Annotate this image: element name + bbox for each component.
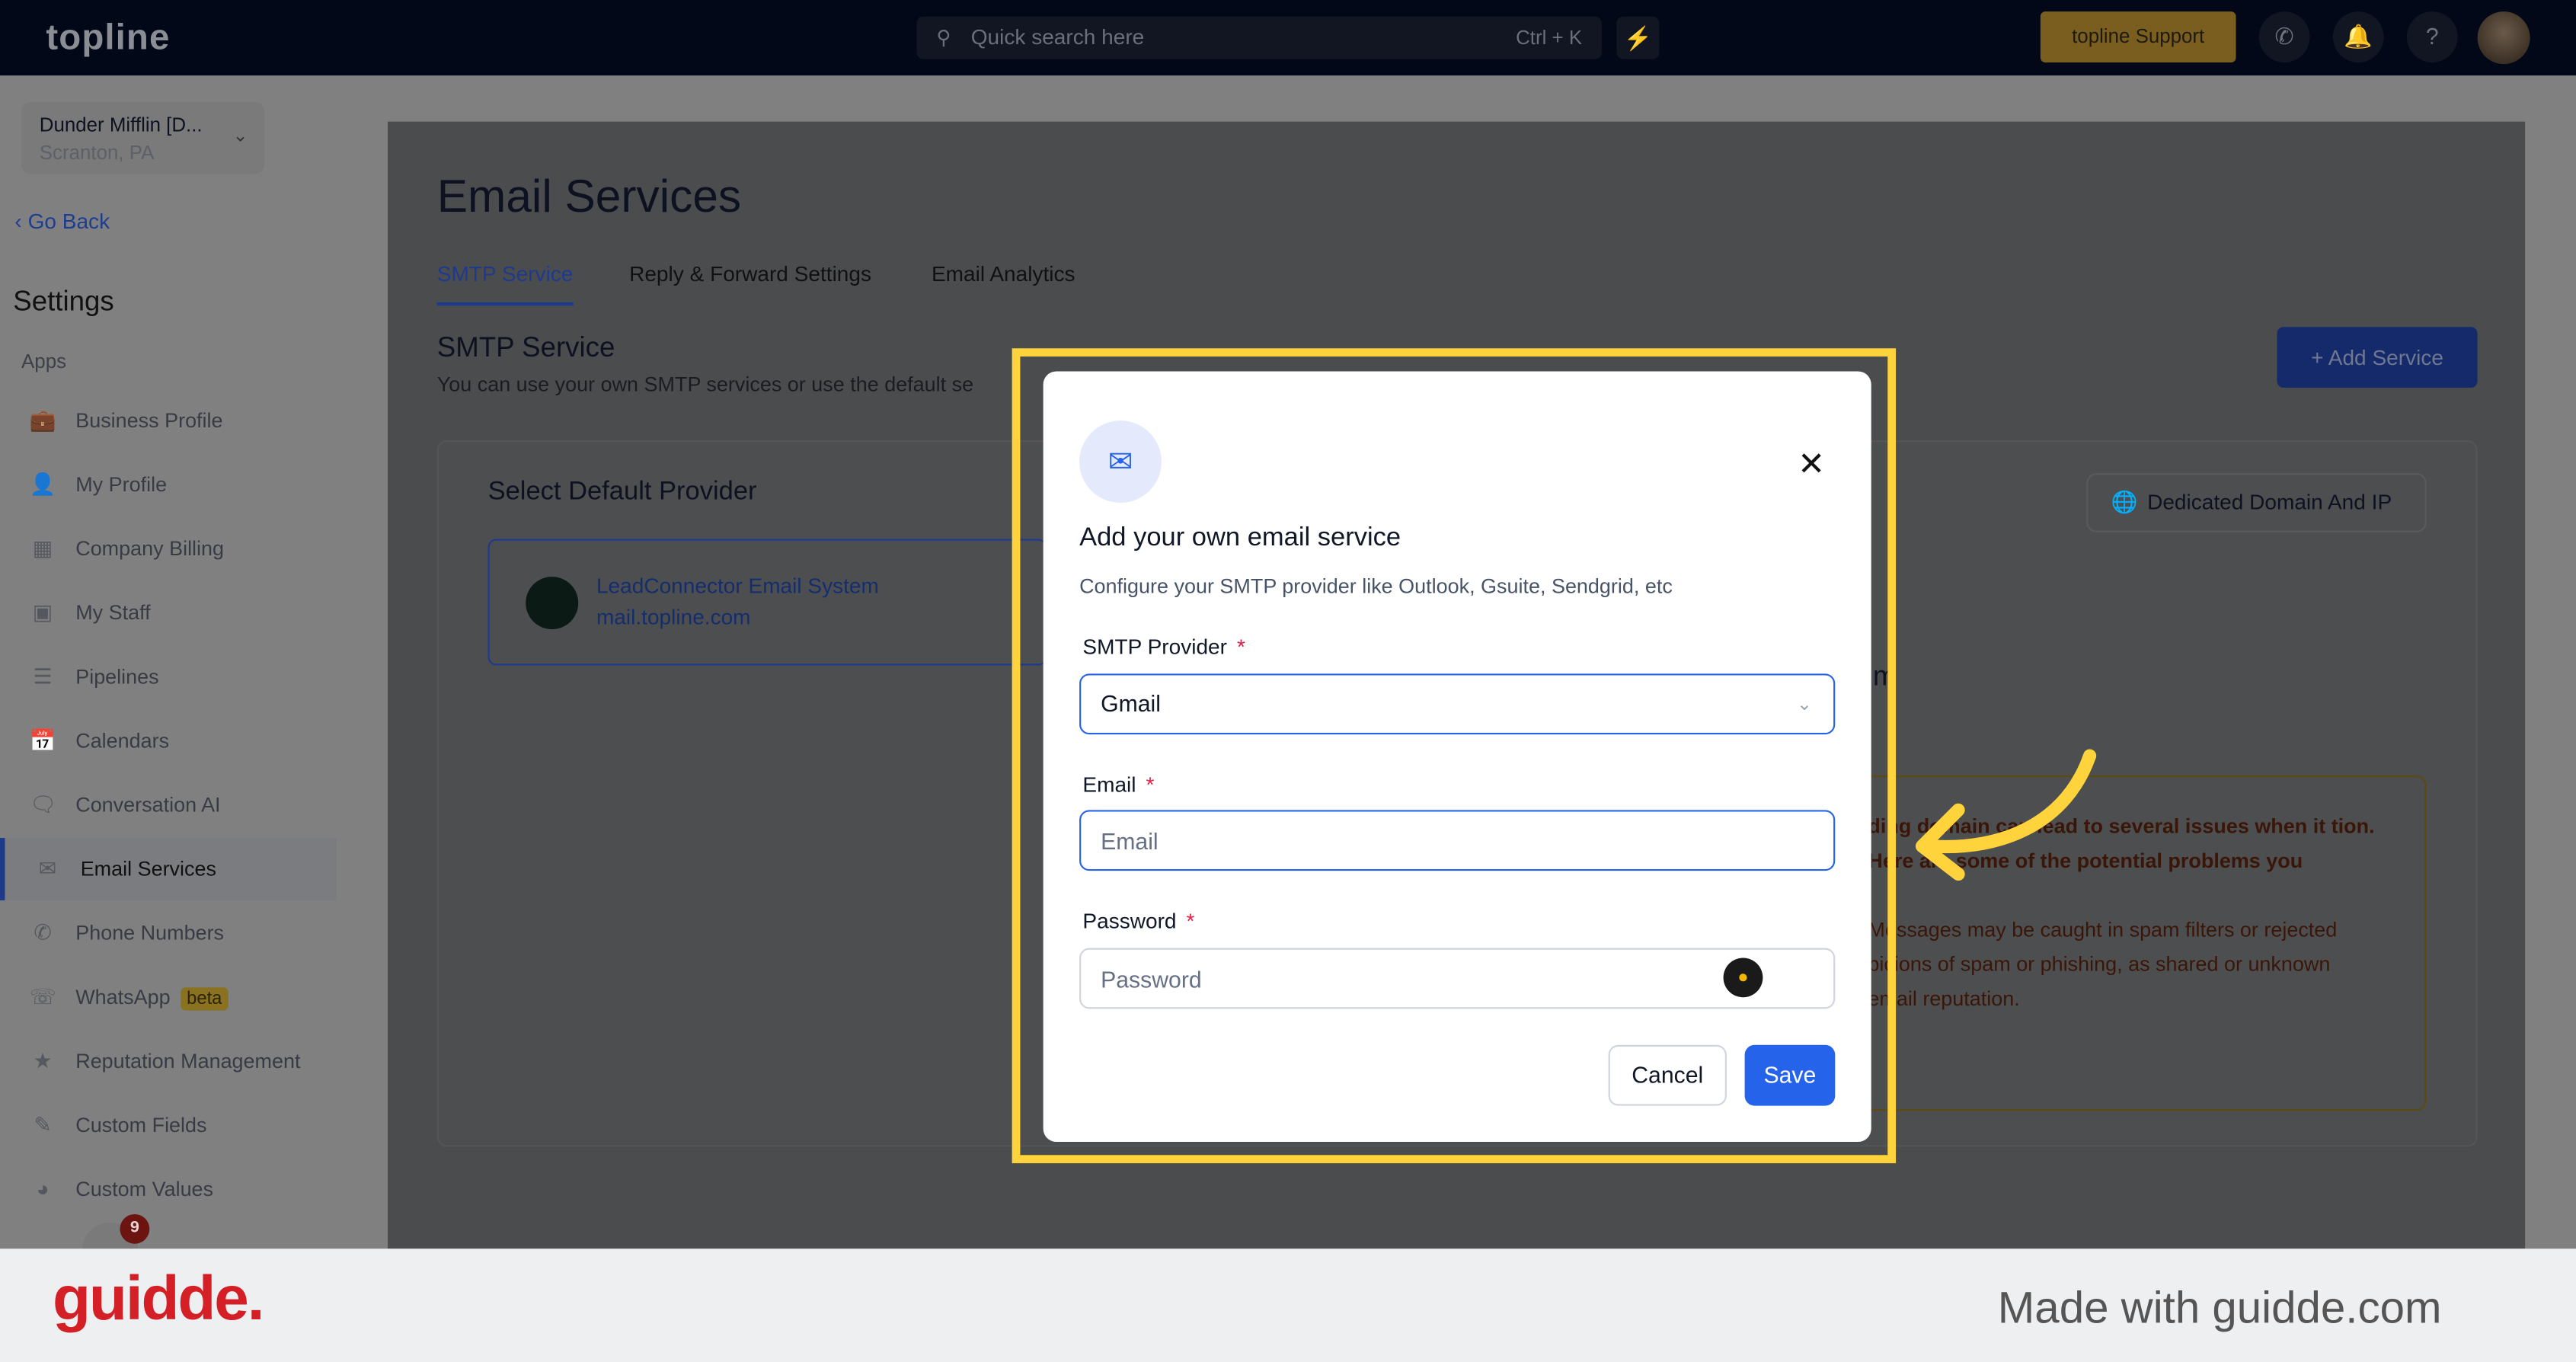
globe-icon: 🌐 — [2111, 489, 2138, 515]
add-service-label: Add Service — [2328, 344, 2443, 370]
quick-search[interactable]: ⚲ Quick search here Ctrl + K — [916, 16, 1602, 59]
account-location: Scranton, PA — [39, 141, 155, 165]
mail-icon: ✉ — [38, 855, 57, 881]
go-back-link[interactable]: ‹ Go Back — [14, 209, 110, 233]
add-service-button[interactable]: + Add Service — [2277, 327, 2478, 388]
edit-icon: ✎ — [34, 1112, 52, 1137]
provider-logo — [526, 577, 579, 630]
section-title: SMTP Service — [436, 331, 615, 363]
account-name: Dunder Mifflin [D... — [39, 113, 203, 137]
password-field[interactable] — [1079, 948, 1836, 1009]
calendar-icon: 📅 — [29, 727, 56, 753]
sidebar-item-business-profile[interactable]: 💼 Business Profile — [0, 389, 337, 452]
sidebar-item-label: Phone Numbers — [75, 922, 225, 945]
beta-badge: beta — [180, 987, 229, 1011]
account-switcher[interactable]: Dunder Mifflin [D... Scranton, PA ⌄ — [21, 101, 265, 174]
sidebar-item-company-billing[interactable]: ▦ Company Billing — [0, 517, 337, 580]
whatsapp-icon: ☏ — [29, 983, 56, 1009]
arrow-annotation — [1915, 749, 2097, 881]
sidebar-item-email-services[interactable]: ✉ Email Services — [0, 838, 337, 900]
dedicated-domain-button[interactable]: 🌐 Dedicated Domain And IP — [2086, 473, 2427, 532]
sidebar-item-my-profile[interactable]: 👤 My Profile — [0, 453, 337, 516]
section-description: You can use your own SMTP services or us… — [436, 372, 974, 396]
guidde-logo: guidde. — [53, 1264, 264, 1335]
tab-reply-forward[interactable]: Reply & Forward Settings — [629, 261, 871, 286]
search-icon: ⚲ — [936, 26, 951, 50]
save-button[interactable]: Save — [1744, 1044, 1836, 1106]
email-field[interactable] — [1079, 810, 1836, 871]
tab-smtp-service[interactable]: SMTP Service — [436, 261, 574, 306]
page-title: Email Services — [436, 171, 742, 222]
sidebar-item-my-staff[interactable]: ▣ My Staff — [0, 582, 337, 644]
staff-icon: ▣ — [32, 599, 53, 625]
sidebar-item-label: Conversation AI — [75, 793, 221, 817]
sidebar-item-label: Calendars — [75, 729, 170, 753]
sidebar-item-label: WhatsApp — [75, 986, 171, 1009]
sidebar-item-label: Custom Fields — [75, 1114, 207, 1137]
apps-section-label: Apps — [21, 350, 67, 373]
smtp-provider-label: SMTP Provider * — [1082, 634, 1245, 659]
search-shortcut: Ctrl + K — [1516, 26, 1583, 50]
star-icon: ★ — [33, 1048, 53, 1073]
help-icon[interactable]: ? — [2406, 11, 2458, 62]
pipeline-icon: ☰ — [33, 663, 53, 689]
sidebar-item-label: Custom Values — [75, 1178, 214, 1201]
select-provider-heading: Select Default Provider — [487, 478, 757, 507]
sidebar-item-label: My Profile — [75, 473, 168, 497]
logo[interactable]: topline — [46, 17, 170, 59]
phone-icon: ✆ — [34, 919, 52, 945]
email-label: Email * — [1082, 772, 1155, 798]
chevron-down-icon: ⌄ — [232, 126, 248, 146]
chat-icon: 🗨 — [29, 791, 57, 817]
sidebar-item-reputation-management[interactable]: ★ Reputation Management — [0, 1030, 337, 1092]
sidebar-item-label: Pipelines — [75, 665, 159, 689]
briefcase-icon: 💼 — [29, 407, 56, 433]
sidebar-item-label: Email Services — [80, 857, 217, 881]
pie-icon: ◕ — [36, 1176, 50, 1201]
provider-domain: mail.topline.com — [596, 604, 751, 630]
mail-icon: ✉ — [1079, 420, 1162, 504]
sidebar-item-custom-fields[interactable]: ✎ Custom Fields — [0, 1094, 337, 1156]
close-icon[interactable]: ✕ — [1798, 443, 1825, 484]
provider-name: LeadConnector Email System — [596, 573, 879, 599]
lightning-icon[interactable]: ⚡ — [1616, 16, 1660, 59]
sidebar-item-pipelines[interactable]: ☰ Pipelines — [0, 646, 337, 708]
support-button[interactable]: topline Support — [2040, 11, 2236, 62]
modal-title: Add your own email service — [1079, 524, 1401, 552]
cancel-button[interactable]: Cancel — [1608, 1044, 1727, 1106]
sidebar-item-phone-numbers[interactable]: ✆ Phone Numbers — [0, 902, 337, 964]
go-back-label: Go Back — [27, 208, 110, 234]
password-label: Password * — [1082, 908, 1195, 934]
tab-email-analytics[interactable]: Email Analytics — [932, 261, 1075, 286]
sidebar-item-custom-values[interactable]: ◕ Custom Values — [0, 1159, 337, 1221]
add-email-service-modal: ✉ ✕ Add your own email service Configure… — [1043, 371, 1871, 1143]
sidebar-item-label: Company Billing — [75, 537, 225, 561]
sidebar-item-label: My Staff — [75, 601, 151, 625]
warning-text: Messages may be caught in spam filters o… — [1868, 918, 2338, 1011]
phone-icon[interactable]: ✆ — [2258, 11, 2310, 62]
search-placeholder: Quick search here — [970, 24, 1145, 50]
sidebar-item-calendars[interactable]: 📅 Calendars — [0, 710, 337, 772]
notification-badge: 9 — [120, 1213, 150, 1244]
dedicated-label: Dedicated Domain And IP — [2147, 489, 2392, 515]
sidebar-item-conversation-ai[interactable]: 🗨 Conversation AI — [0, 774, 337, 836]
plus-icon: + — [2311, 344, 2328, 370]
bell-icon[interactable]: 🔔 — [2332, 11, 2384, 62]
sidebar-item-label: Business Profile — [75, 409, 223, 433]
sidebar-item-whatsapp[interactable]: ☏ WhatsApp beta — [0, 966, 337, 1028]
provider-option[interactable]: LeadConnector Email System mail.topline.c… — [487, 539, 1047, 666]
user-icon: 👤 — [29, 472, 56, 497]
sidebar-item-label: Reputation Management — [75, 1050, 301, 1073]
avatar[interactable] — [2477, 11, 2530, 65]
chevron-down-icon: ⌄ — [1797, 695, 1813, 715]
smtp-provider-select[interactable]: Gmail — [1079, 673, 1836, 735]
modal-description: Configure your SMTP provider like Outloo… — [1079, 574, 1673, 599]
password-manager-icon[interactable]: ● — [1723, 958, 1763, 998]
grid-icon: ▦ — [32, 536, 53, 561]
settings-title: Settings — [13, 286, 114, 318]
made-with-text: Made with guidde.com — [1997, 1283, 2442, 1333]
